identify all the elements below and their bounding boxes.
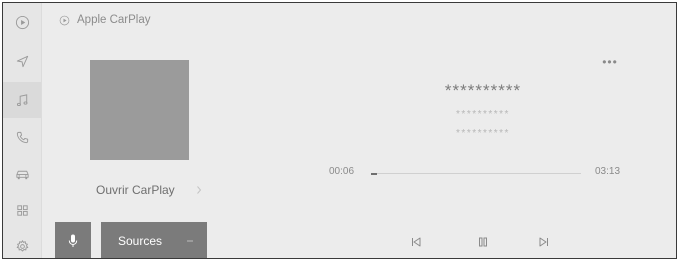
total-time: 03:13 (595, 166, 621, 177)
pause-icon (479, 237, 487, 247)
sources-label: Sources (118, 233, 163, 248)
pause-button[interactable] (473, 235, 493, 249)
carplay-play-icon (15, 15, 29, 29)
gear-icon (16, 239, 28, 251)
app-grid-icon (16, 204, 28, 216)
sidebar-item-music[interactable] (3, 82, 41, 118)
sources-indicator (187, 240, 193, 242)
progress-fill (371, 172, 378, 175)
track-album: ********** (456, 128, 510, 139)
progress-bar[interactable] (371, 172, 581, 175)
voice-button[interactable] (55, 222, 91, 258)
previous-track-button[interactable] (406, 235, 426, 249)
track-title: ********** (444, 81, 522, 100)
music-note-icon (16, 93, 27, 106)
next-track-button[interactable] (534, 235, 554, 249)
open-carplay-label: Ouvrir CarPlay (96, 183, 175, 197)
sources-button[interactable]: Sources (101, 222, 207, 258)
microphone-icon (68, 234, 78, 247)
more-options-button[interactable]: ••• (599, 55, 621, 69)
open-carplay-button[interactable]: Ouvrir CarPlay (83, 180, 207, 200)
chevron-right-icon (197, 186, 202, 194)
phone-icon (16, 131, 28, 143)
car-icon (15, 170, 29, 179)
navigation-arrow-icon (16, 55, 28, 67)
app-header: Apple CarPlay (59, 14, 151, 26)
sidebar-item-settings[interactable] (3, 228, 41, 258)
sidebar-item-phone[interactable] (3, 119, 41, 155)
sidebar (3, 3, 42, 258)
carplay-screen: Apple CarPlay Ouvrir CarPlay ••• *******… (2, 2, 677, 259)
more-icon: ••• (602, 55, 618, 69)
sidebar-item-carplay[interactable] (3, 4, 41, 40)
carplay-play-icon (59, 15, 70, 25)
track-artist: ********** (456, 109, 510, 120)
sidebar-item-vehicle[interactable] (3, 156, 41, 192)
album-art (90, 60, 189, 160)
skip-previous-icon (412, 237, 421, 247)
sidebar-item-navigation[interactable] (3, 43, 41, 79)
sidebar-item-apps[interactable] (3, 192, 41, 228)
skip-next-icon (539, 237, 548, 247)
current-time: 00:06 (329, 166, 355, 177)
app-title: Apple CarPlay (77, 14, 151, 26)
